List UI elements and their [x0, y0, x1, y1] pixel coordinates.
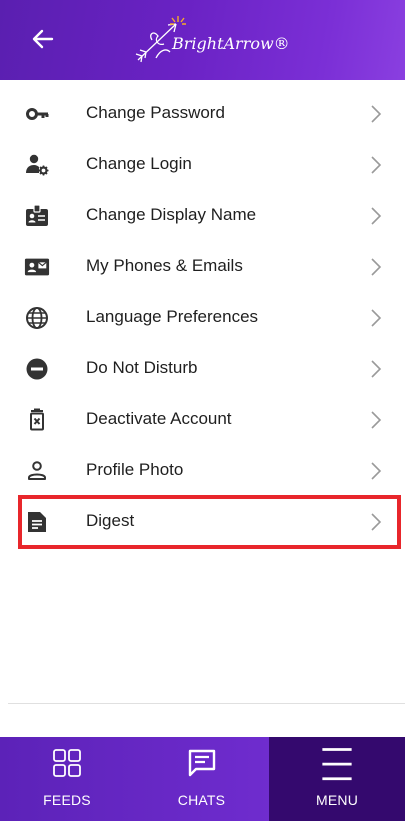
menu-item-my-phones-emails[interactable]: My Phones & Emails	[0, 241, 405, 292]
menu-item-label: Do Not Disturb	[86, 358, 198, 377]
tab-menu[interactable]: MENU	[269, 737, 405, 821]
menu-item-label: Change Display Name	[86, 205, 257, 224]
divider	[8, 703, 405, 704]
tab-chats-label: CHATS	[177, 792, 226, 808]
menu-item-label: Profile Photo	[86, 460, 184, 479]
chevron-right-icon	[371, 207, 382, 225]
back-arrow-icon[interactable]	[30, 26, 56, 52]
menu-item-language-preferences[interactable]: Language Preferences	[0, 292, 405, 343]
menu-item-change-display-name[interactable]: Change Display Name	[0, 190, 405, 241]
menu-item-profile-photo[interactable]: Profile Photo	[0, 445, 405, 496]
do-not-disturb-icon	[24, 356, 50, 382]
chevron-right-icon	[371, 258, 382, 276]
chevron-right-icon	[371, 462, 382, 480]
delete-bin-icon	[24, 407, 50, 433]
globe-icon	[24, 305, 50, 331]
menu-item-change-password[interactable]: Change Password	[0, 88, 405, 139]
menu-item-label: Change Login	[86, 154, 192, 173]
menu-item-change-login[interactable]: Change Login	[0, 139, 405, 190]
brightarrow-logo: BrightArrow®	[132, 10, 290, 70]
id-badge-icon	[24, 203, 50, 229]
logo-text: BrightArrow®	[172, 34, 290, 53]
hamburger-menu-icon	[322, 748, 352, 781]
contact-card-icon	[24, 254, 50, 280]
chevron-right-icon	[371, 309, 382, 327]
user-gear-icon	[24, 152, 50, 178]
chevron-right-icon	[371, 360, 382, 378]
chevron-right-icon	[371, 411, 382, 429]
chevron-right-icon	[371, 156, 382, 174]
menu-item-label: Change Password	[86, 103, 225, 122]
menu-item-label: Language Preferences	[86, 307, 259, 326]
menu-item-label: My Phones & Emails	[86, 256, 243, 275]
tab-menu-label: MENU	[315, 792, 359, 808]
tab-chats[interactable]: CHATS	[134, 737, 269, 821]
tab-feeds[interactable]: FEEDS	[0, 737, 134, 821]
key-icon	[24, 101, 50, 127]
person-outline-icon	[24, 458, 50, 484]
chat-bubble-icon	[188, 749, 215, 777]
bottom-nav: FEEDS CHATS MENU	[0, 737, 405, 821]
menu-item-deactivate-account[interactable]: Deactivate Account	[0, 394, 405, 445]
chevron-right-icon	[371, 105, 382, 123]
menu-item-label: Deactivate Account	[86, 409, 232, 428]
app-header: BrightArrow®	[0, 0, 405, 80]
grid-icon	[53, 749, 81, 777]
menu-item-do-not-disturb[interactable]: Do Not Disturb	[0, 343, 405, 394]
settings-menu-list: Change Password Change Login Change Disp…	[0, 88, 405, 547]
tab-feeds-label: FEEDS	[43, 792, 91, 808]
highlight-box	[18, 495, 401, 549]
